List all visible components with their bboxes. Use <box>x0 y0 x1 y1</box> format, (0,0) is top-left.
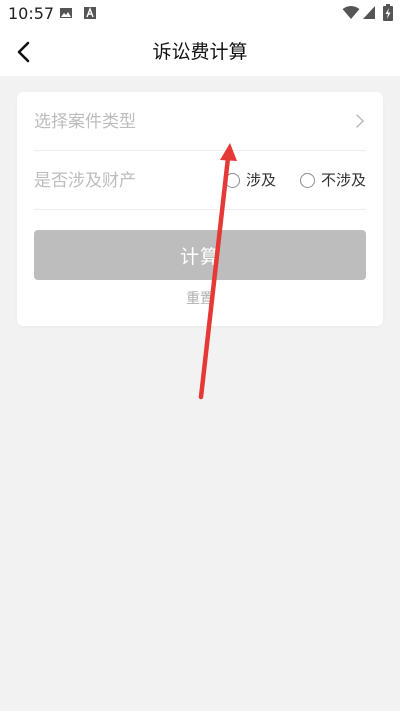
wifi-icon <box>342 5 360 19</box>
page-title: 诉讼费计算 <box>152 41 248 63</box>
case-type-placeholder: 选择案件类型 <box>34 112 136 132</box>
calculate-button-label: 计算 <box>179 245 220 268</box>
radio-circle-icon <box>225 172 240 188</box>
radio-label-involves: 涉及 <box>246 171 277 189</box>
app-bar: 诉讼费计算 <box>0 28 400 76</box>
radio-involves-property[interactable]: 涉及 <box>225 169 276 191</box>
calculator-card: 选择案件类型 是否涉及财产 涉及 不涉及 计算 重置 <box>17 92 383 326</box>
case-type-selector[interactable]: 选择案件类型 <box>34 92 366 151</box>
signal-icon <box>362 5 376 19</box>
property-label: 是否涉及财产 <box>34 171 136 191</box>
radio-label-not-involves: 不涉及 <box>321 171 367 189</box>
chevron-right-icon <box>354 112 366 130</box>
image-icon <box>59 6 73 20</box>
status-bar: 10:57 <box>0 0 400 28</box>
reset-button[interactable]: 重置 <box>17 290 383 308</box>
a-letter-icon <box>83 6 97 20</box>
property-involvement-row: 是否涉及财产 涉及 不涉及 <box>34 151 366 210</box>
calculate-button[interactable]: 计算 <box>34 230 366 280</box>
status-time: 10:57 <box>8 4 55 23</box>
battery-charging-icon <box>383 4 393 21</box>
radio-circle-icon <box>300 172 315 188</box>
radio-no-property[interactable]: 不涉及 <box>300 169 366 191</box>
